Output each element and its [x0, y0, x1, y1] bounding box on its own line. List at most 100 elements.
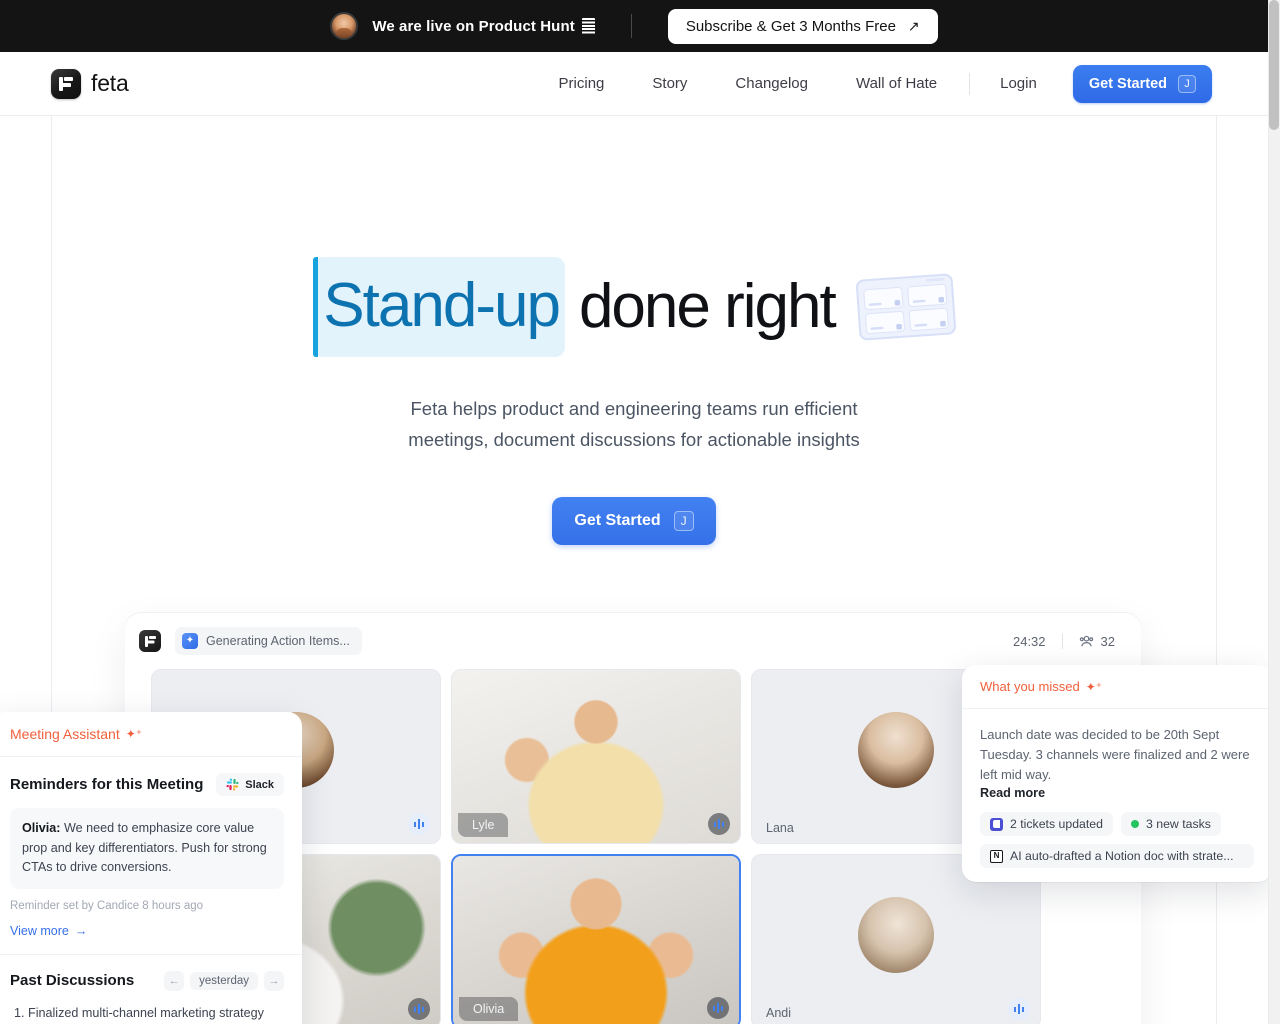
nav-links: Pricing Story Changelog Wall of Hate Log…	[535, 64, 1212, 103]
audio-wave-icon	[408, 998, 430, 1020]
product-hunt-cat-avatar	[330, 12, 359, 40]
list-item: Finalized multi-channel marketing strate…	[28, 1003, 284, 1023]
sparkle-icon: ✦⁺	[1085, 679, 1103, 694]
past-discussions-section: Past Discussions ← yesterday → Finalized…	[0, 955, 302, 1024]
nav-divider	[969, 72, 971, 95]
what-you-missed-card-header: What you missed ✦⁺	[962, 665, 1268, 709]
audio-wave-icon	[1008, 998, 1030, 1020]
past-discussions-pager: ← yesterday →	[164, 970, 284, 991]
chevron-right-icon[interactable]: →	[264, 970, 284, 991]
linear-icon	[990, 817, 1003, 831]
hero-cta-wrap: Get Started J	[52, 497, 1216, 546]
reminder-quote-author: Olivia:	[22, 821, 61, 835]
hero-subheadline-line2: meetings, document discussions for actio…	[408, 429, 860, 451]
view-more-label: View more	[10, 923, 69, 938]
generating-status-label: Generating Action Items...	[206, 634, 350, 648]
video-tile-name: Olivia	[459, 997, 519, 1021]
slack-source-label: Slack	[245, 778, 274, 791]
green-dot-icon	[1130, 820, 1139, 829]
arrow-right-icon: →	[74, 923, 88, 938]
page-title: Stand-up done right	[52, 257, 1216, 357]
notion-icon: N	[990, 849, 1003, 863]
mockup-toolbar: Generating Action Items... 24:32	[125, 613, 1141, 669]
banner-divider	[630, 14, 632, 38]
nav-get-started-button[interactable]: Get Started J	[1072, 64, 1212, 103]
nav-link-changelog[interactable]: Changelog	[711, 67, 832, 100]
announcement-banner: We are live on Product Hunt Subscribe & …	[0, 0, 1268, 52]
meeting-assistant-card: Meeting Assistant ✦⁺ Reminders for this …	[0, 712, 302, 1024]
reminder-meta: Reminder set by Candice 8 hours ago	[10, 899, 204, 912]
scrollbar-thumb[interactable]	[1269, 0, 1279, 130]
mockup-toolbar-right: 24:32 32	[1013, 633, 1115, 649]
ai-sparkle-icon	[182, 633, 198, 649]
hero-get-started-kbd: J	[673, 511, 694, 532]
past-discussions-period: yesterday	[190, 971, 258, 990]
arrow-up-right-icon: ↗	[907, 18, 920, 34]
page: We are live on Product Hunt Subscribe & …	[0, 0, 1268, 1024]
hero-subheadline-line1: Feta helps product and engineering teams…	[410, 398, 858, 419]
missed-chip-row: 2 tickets updated 3 new tasks N AI auto-…	[980, 812, 1254, 869]
announcement-text: We are live on Product Hunt	[372, 17, 575, 35]
new-tasks-label: 3 new tasks	[1145, 817, 1211, 832]
tickets-updated-chip[interactable]: 2 tickets updated	[980, 812, 1113, 837]
nav-link-login[interactable]: Login	[978, 67, 1059, 100]
hero-section: Stand-up done right Feta helps product a…	[52, 116, 1216, 546]
nav-link-story[interactable]: Story	[628, 67, 711, 100]
video-tile-name: Lyle	[458, 813, 509, 837]
sparkle-icon: ✦⁺	[125, 727, 143, 741]
hero-get-started-button[interactable]: Get Started J	[552, 497, 716, 546]
notion-doc-label: AI auto-drafted a Notion doc with strate…	[1010, 849, 1234, 864]
audio-wave-icon	[408, 813, 430, 835]
chevron-left-icon[interactable]: ←	[164, 970, 185, 991]
avatar	[858, 896, 934, 973]
nav-get-started-kbd: J	[1178, 74, 1196, 93]
announcement-banner-inner: We are live on Product Hunt Subscribe & …	[330, 8, 938, 44]
reminder-quote: Olivia: We need to emphasize core value …	[10, 808, 284, 889]
browser-viewport: We are live on Product Hunt Subscribe & …	[0, 0, 1280, 1024]
hero-subheadline: Feta helps product and engineering teams…	[374, 393, 894, 455]
hero-get-started-label: Get Started	[574, 512, 661, 530]
meeting-assistant-title: Meeting Assistant	[10, 726, 120, 742]
announcement-text-wrap: We are live on Product Hunt	[372, 17, 595, 35]
missed-summary: Launch date was decided to be 20th Sept …	[980, 725, 1254, 784]
toolbar-divider	[1061, 633, 1063, 649]
video-grid-icon	[855, 273, 956, 341]
brand-name: feta	[91, 70, 129, 96]
nav-link-wall-of-hate[interactable]: Wall of Hate	[832, 67, 961, 100]
view-more-link[interactable]: View more →	[10, 924, 87, 938]
scrollbar-track[interactable]	[1268, 0, 1280, 1024]
feta-logo-icon	[51, 68, 81, 99]
subscribe-button-label: Subscribe & Get 3 Months Free	[685, 17, 896, 35]
past-discussions-title: Past Discussions	[10, 972, 135, 990]
slack-source-chip[interactable]: Slack	[216, 773, 284, 796]
what-you-missed-card: What you missed ✦⁺ Launch date was decid…	[962, 665, 1268, 883]
reminders-section: Reminders for this Meeting Slack Olivia:…	[0, 757, 302, 954]
past-discussions-header: Past Discussions ← yesterday →	[10, 970, 284, 991]
read-more-link[interactable]: Read more	[980, 786, 1254, 800]
tickets-updated-label: 2 tickets updated	[1010, 817, 1103, 832]
new-tasks-chip[interactable]: 3 new tasks	[1120, 812, 1221, 837]
video-tile-active[interactable]: Olivia	[451, 854, 741, 1024]
product-hunt-logo-icon	[581, 17, 595, 35]
avatar	[858, 711, 934, 788]
nav-get-started-label: Get Started	[1088, 75, 1167, 92]
audio-wave-icon	[708, 813, 730, 835]
what-you-missed-title: What you missed	[980, 679, 1080, 694]
video-tile[interactable]: Lyle	[451, 669, 741, 844]
reminders-title: Reminders for this Meeting	[10, 776, 204, 793]
brand[interactable]: feta	[51, 68, 129, 99]
meeting-assistant-card-header: Meeting Assistant ✦⁺	[0, 712, 302, 757]
video-tile-name: Andi	[766, 1006, 792, 1020]
slack-icon	[226, 778, 239, 791]
notion-doc-chip[interactable]: N AI auto-drafted a Notion doc with stra…	[980, 844, 1254, 869]
navbar: feta Pricing Story Changelog Wall of Hat…	[0, 52, 1268, 116]
participants-count-value: 32	[1100, 633, 1115, 649]
what-you-missed-body: Launch date was decided to be 20th Sept …	[962, 709, 1268, 882]
video-tile-name: Lana	[766, 821, 794, 835]
subscribe-button[interactable]: Subscribe & Get 3 Months Free ↗	[667, 8, 938, 44]
reminders-header: Reminders for this Meeting Slack	[10, 773, 284, 796]
past-discussions-list: Finalized multi-channel marketing strate…	[10, 1003, 284, 1024]
headline-highlight: Stand-up	[313, 257, 565, 357]
nav-link-pricing[interactable]: Pricing	[535, 67, 629, 100]
feta-logo-icon	[139, 630, 161, 652]
